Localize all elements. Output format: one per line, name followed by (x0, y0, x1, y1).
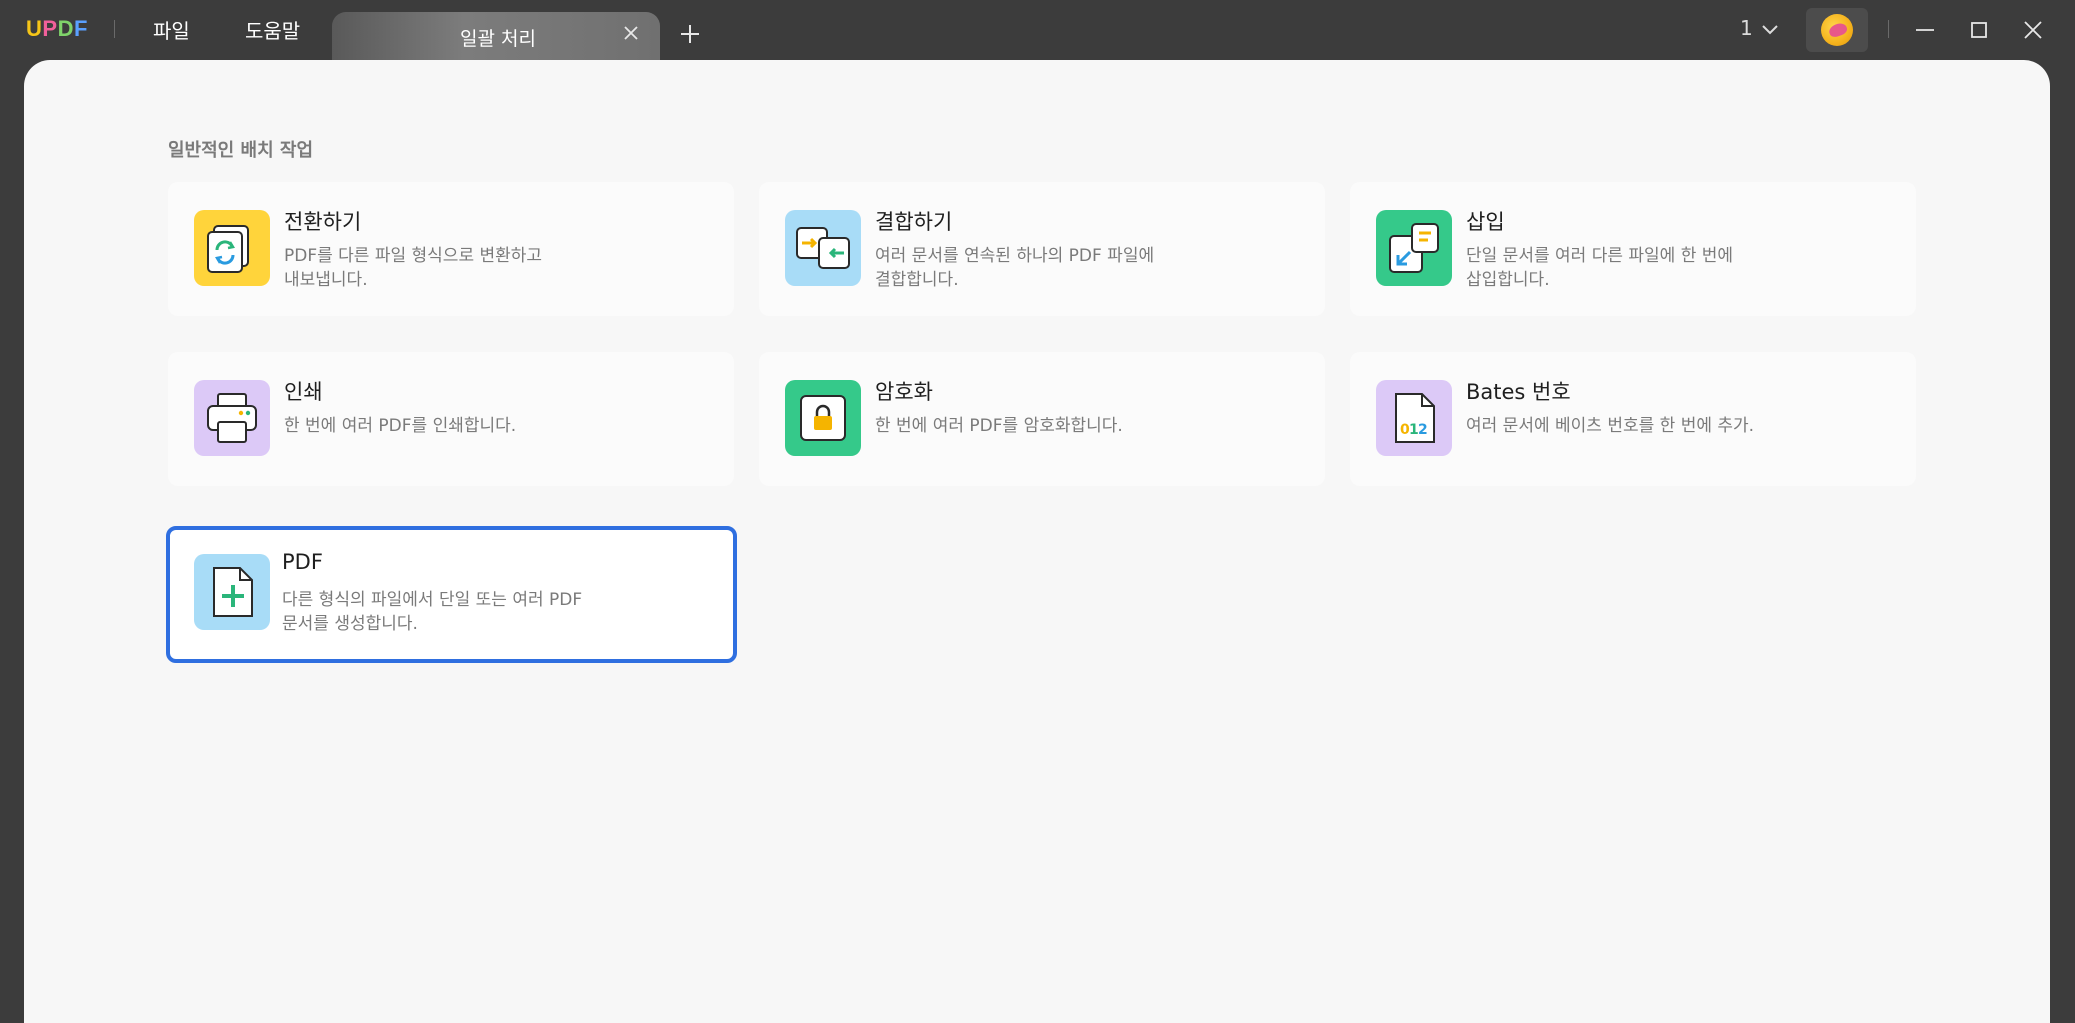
tab-batch[interactable]: 일괄 처리 (332, 12, 660, 60)
card-title: 삽입 (1466, 210, 1505, 234)
menu-help[interactable]: 도움말 (245, 15, 300, 44)
card-description: 여러 문서를 연속된 하나의 PDF 파일에 결합합니다. (875, 246, 1155, 290)
combine-icon (785, 210, 861, 286)
card-description: 한 번에 여러 PDF를 암호화합니다. (875, 416, 1123, 436)
page-indicator[interactable]: 1 (1740, 16, 1753, 40)
avatar-button[interactable] (1806, 8, 1868, 52)
chevron-down-icon[interactable] (1760, 20, 1780, 40)
tab-title: 일괄 처리 (460, 28, 536, 50)
card-title: 암호화 (875, 380, 933, 404)
printer-icon (194, 380, 270, 456)
card-title: Bates 번호 (1466, 380, 1571, 404)
card-description: PDF를 다른 파일 형식으로 변환하고 내보냅니다. (284, 246, 543, 290)
bates-number-icon: 0 1 2 (1376, 380, 1452, 456)
section-title: 일반적인 배치 작업 (168, 140, 314, 161)
lock-icon (785, 380, 861, 456)
avatar (1821, 14, 1853, 46)
minimize-icon[interactable] (1913, 18, 1937, 42)
card-create-pdf[interactable]: PDF 다른 형식의 파일에서 단일 또는 여러 PDF 문서를 생성합니다. (166, 526, 737, 663)
convert-icon (194, 210, 270, 286)
close-icon[interactable] (620, 22, 642, 44)
card-title: PDF (282, 550, 323, 574)
close-window-icon[interactable] (2021, 18, 2045, 42)
menu-file[interactable]: 파일 (153, 15, 190, 44)
card-print[interactable]: 인쇄 한 번에 여러 PDF를 인쇄합니다. (168, 352, 734, 486)
title-bar: UPDF 파일 도움말 일괄 처리 1 (0, 0, 2075, 60)
maximize-icon[interactable] (1967, 18, 1991, 42)
card-title: 인쇄 (284, 380, 323, 404)
add-tab-icon[interactable] (678, 22, 702, 46)
card-convert[interactable]: 전환하기 PDF를 다른 파일 형식으로 변환하고 내보냅니다. (168, 182, 734, 316)
create-pdf-icon (194, 554, 270, 630)
divider (1888, 20, 1889, 38)
card-description: 여러 문서에 베이츠 번호를 한 번에 추가. (1466, 416, 1755, 436)
insert-icon (1376, 210, 1452, 286)
card-title: 전환하기 (284, 210, 362, 234)
card-description: 다른 형식의 파일에서 단일 또는 여러 PDF 문서를 생성합니다. (282, 590, 583, 634)
svg-text:2: 2 (1418, 422, 1428, 438)
card-description: 한 번에 여러 PDF를 인쇄합니다. (284, 416, 517, 436)
card-combine[interactable]: 결합하기 여러 문서를 연속된 하나의 PDF 파일에 결합합니다. (759, 182, 1325, 316)
card-bates-number[interactable]: 0 1 2 Bates 번호 여러 문서에 베이츠 번호를 한 번에 추가. (1350, 352, 1916, 486)
card-description: 단일 문서를 여러 다른 파일에 한 번에 삽입합니다. (1466, 246, 1734, 290)
card-title: 결합하기 (875, 210, 953, 234)
divider (114, 20, 115, 38)
card-encrypt[interactable]: 암호화 한 번에 여러 PDF를 암호화합니다. (759, 352, 1325, 486)
card-insert[interactable]: 삽입 단일 문서를 여러 다른 파일에 한 번에 삽입합니다. (1350, 182, 1916, 316)
updf-logo[interactable]: UPDF (26, 16, 88, 42)
batch-panel: 일반적인 배치 작업 전환하기 PDF를 다른 파일 형식으로 변환하고 내보냅… (24, 60, 2050, 1023)
